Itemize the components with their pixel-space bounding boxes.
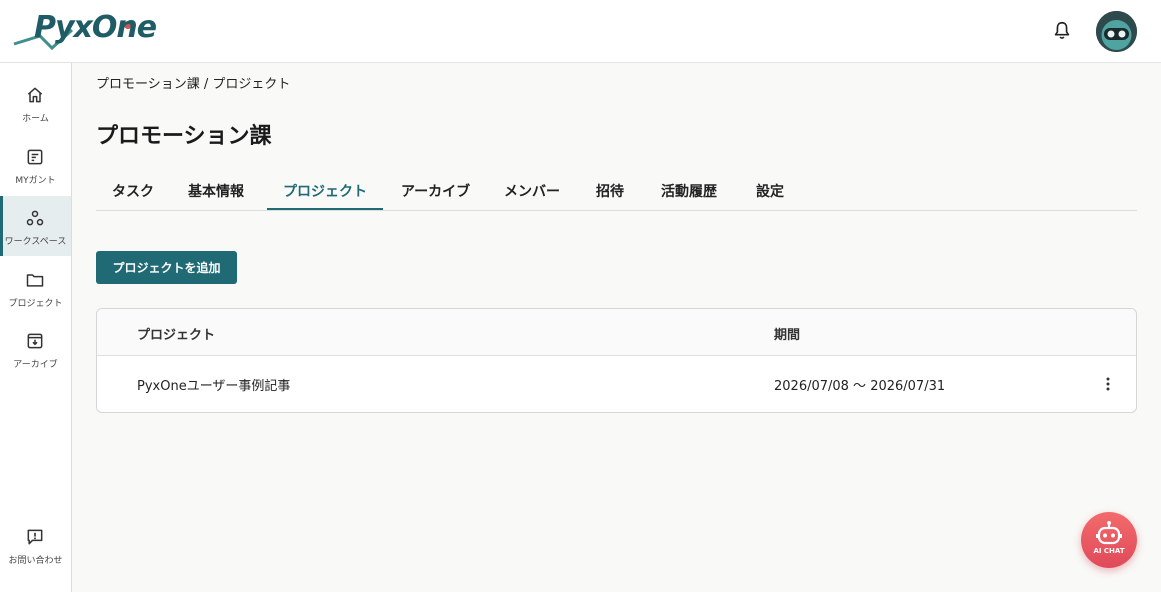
sidebar-item-home[interactable]: ホーム xyxy=(0,73,71,133)
workspace-icon xyxy=(26,210,44,226)
feedback-icon xyxy=(27,529,43,545)
home-icon xyxy=(27,87,43,103)
project-period: 2026/07/08 〜 2026/07/31 xyxy=(774,379,946,394)
page-title: プロモーション課 xyxy=(96,124,272,149)
sidebar-item-project[interactable]: プロジェクト xyxy=(0,258,71,318)
sidebar-item-my-gantt[interactable]: MYガント xyxy=(0,135,71,195)
column-header-project: プロジェクト xyxy=(137,328,216,343)
breadcrumb-current: プロジェクト xyxy=(212,77,291,92)
notification-bell-icon[interactable] xyxy=(1051,20,1073,42)
sidebar-item-label: アーカイブ xyxy=(13,360,58,370)
sidebar-item-label: ホーム xyxy=(22,114,49,124)
tab-settings[interactable]: 設定 xyxy=(740,172,800,210)
robot-icon xyxy=(1096,521,1122,545)
folder-icon xyxy=(26,274,44,287)
project-name[interactable]: PyxOneユーザー事例記事 xyxy=(137,375,290,394)
tab-archive[interactable]: アーカイブ xyxy=(385,172,486,210)
sidebar-item-label: MYガント xyxy=(15,176,56,186)
logo-text: PyxOne xyxy=(34,10,157,45)
project-table: プロジェクト 期間 PyxOneユーザー事例記事 2026/07/08 〜 20… xyxy=(96,308,1137,413)
breadcrumb-parent[interactable]: プロモーション課 xyxy=(96,77,200,92)
tab-basic-info[interactable]: 基本情報 xyxy=(172,172,260,210)
tab-members[interactable]: メンバー xyxy=(488,172,576,210)
column-header-period: 期間 xyxy=(774,328,801,343)
ai-chat-label: AI CHAT xyxy=(1093,547,1125,555)
sidebar-item-label: プロジェクト xyxy=(8,299,63,309)
top-bar: PyxOne xyxy=(0,0,1161,63)
sidebar-item-label: お問い合わせ xyxy=(8,556,63,566)
tab-invite[interactable]: 招待 xyxy=(580,172,640,210)
sidebar-item-workspace[interactable]: ワークスペース xyxy=(0,196,71,256)
more-options-icon[interactable] xyxy=(1101,376,1115,392)
ai-chat-button[interactable]: AI CHAT xyxy=(1081,512,1137,568)
gantt-icon xyxy=(27,149,43,165)
pyxone-logo[interactable]: PyxOne xyxy=(12,6,157,56)
tab-task[interactable]: タスク xyxy=(96,172,170,210)
sidebar: ホーム MYガント ワークスペース プロジェクト アーカイブ お問い合わせ xyxy=(0,63,72,592)
tab-bar: タスク 基本情報 プロジェクト アーカイブ メンバー 招待 活動履歴 設定 xyxy=(96,172,1137,211)
table-row[interactable]: PyxOneユーザー事例記事 2026/07/08 〜 2026/07/31 xyxy=(97,356,1136,412)
breadcrumb: プロモーション課 / プロジェクト xyxy=(96,73,290,92)
sidebar-item-archive[interactable]: アーカイブ xyxy=(0,319,71,379)
user-avatar[interactable] xyxy=(1096,11,1137,52)
tab-project[interactable]: プロジェクト xyxy=(267,172,383,210)
table-header: プロジェクト 期間 xyxy=(97,309,1136,356)
archive-icon xyxy=(27,333,43,349)
sidebar-item-label: ワークスペース xyxy=(4,237,67,247)
add-project-button[interactable]: プロジェクトを追加 xyxy=(96,251,237,284)
sidebar-item-contact[interactable]: お問い合わせ xyxy=(0,515,71,575)
tab-activity-history[interactable]: 活動履歴 xyxy=(645,172,733,210)
breadcrumb-separator: / xyxy=(199,77,213,92)
